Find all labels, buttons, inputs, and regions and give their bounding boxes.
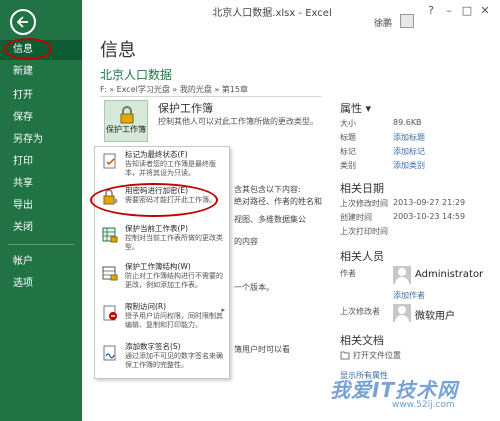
window-title: 北京人口数据.xlsx - Excel	[212, 8, 332, 19]
browser-view-text: 簿用户时可以看	[234, 345, 290, 354]
menu-item-title: 保护当前工作表(P)	[125, 224, 188, 233]
workbook-lock-icon	[102, 266, 118, 281]
watermark-logo: 我爱IT技术网	[330, 378, 459, 402]
prop-key-tags: 标记	[340, 147, 356, 156]
menu-item-title: 添加数字签名(S)	[125, 342, 181, 351]
watermark-url: www.52ij.com	[392, 400, 455, 410]
prop-key-size: 大小	[340, 119, 356, 128]
user-name[interactable]: 徐鹏	[374, 16, 392, 29]
menu-item-digital-signature[interactable]: 添加数字签名(S) 通过添加不可见的数字签名来确保工作簿的完整性。	[95, 342, 229, 378]
protect-title: 保护工作簿	[158, 102, 213, 115]
nav-item-export[interactable]: 导出	[0, 196, 82, 216]
author-key: 作者	[340, 269, 356, 278]
page-title: 信息	[100, 40, 136, 61]
date-key-modified: 上次修改时间	[340, 199, 388, 208]
nav-item-open[interactable]: 打开	[0, 86, 82, 106]
protect-workbook-label: 保护工作簿	[106, 125, 146, 134]
versions-text: 一个版本。	[234, 283, 274, 292]
people-heading: 相关人员	[340, 250, 384, 263]
signature-icon	[103, 345, 116, 361]
menu-item-desc: 通过添加不可见的数字签名来确保工作簿的完整性。	[125, 352, 223, 369]
nav-item-info[interactable]: 信息	[0, 40, 82, 60]
date-key-printed: 上次打印时间	[340, 227, 388, 236]
menu-item-desc: 授予用户访问权限，同时限制其编辑、复制和打印能力。	[125, 312, 223, 329]
nav-item-close[interactable]: 关闭	[0, 218, 82, 238]
docs-heading: 相关文档	[340, 334, 384, 347]
prop-key-title: 标题	[340, 133, 356, 142]
nav-item-save-as[interactable]: 另存为	[0, 130, 82, 150]
file-name: 北京人口数据	[100, 68, 173, 82]
document-check-icon	[103, 153, 116, 169]
prop-key-category: 类别	[340, 161, 356, 170]
menu-item-desc: 需要密码才能打开此工作簿。	[125, 196, 216, 204]
back-button[interactable]	[10, 9, 36, 35]
menu-item-title: 标记为最终状态(F)	[125, 150, 188, 159]
nav-item-account[interactable]: 帐户	[0, 252, 82, 272]
help-button[interactable]: ?	[424, 4, 438, 17]
file-path: F: » Excel学习光盘 » 我的光盘 » 第15章	[100, 85, 248, 94]
divider	[100, 96, 322, 97]
inspect-text-1: 含其包含以下内容:	[234, 185, 301, 194]
maximize-button[interactable]: □	[460, 4, 474, 17]
key-lock-icon	[103, 189, 118, 205]
menu-item-protect-sheet[interactable]: 保护当前工作表(P) 控制对当前工作表所做的更改类型。	[95, 224, 229, 260]
lock-icon	[120, 106, 134, 124]
menu-item-desc: 防止对工作簿结构进行不需要的更改，例如添加工作表。	[125, 272, 223, 289]
prop-value-size: 89.6KB	[393, 118, 422, 127]
menu-item-desc: 控制对当前工作表所做的更改类型。	[125, 234, 223, 251]
author-name[interactable]: Administrator	[415, 269, 483, 280]
nav-item-share[interactable]: 共享	[0, 174, 82, 194]
back-arrow-icon	[16, 16, 28, 28]
properties-heading[interactable]: 属性 ▾	[340, 100, 371, 116]
close-window-button[interactable]: ✕	[478, 4, 492, 17]
protect-desc: 控制其他人可以对此工作簿所做的更改类型。	[158, 117, 318, 126]
date-key-created: 创建时间	[340, 213, 372, 222]
menu-item-title: 用密码进行加密(E)	[125, 186, 189, 195]
nav-item-print[interactable]: 打印	[0, 152, 82, 172]
minimize-button[interactable]: –	[442, 4, 456, 17]
add-title-link[interactable]: 添加标题	[393, 132, 425, 143]
author-avatar-icon	[393, 266, 411, 284]
backstage-nav: 信息 新建 打开 保存 另存为 打印 共享 导出 关闭 帐户 选项	[0, 0, 82, 421]
restrict-icon	[103, 305, 117, 321]
modifier-avatar-icon	[393, 304, 411, 322]
inspect-text-4: 的内容	[234, 237, 258, 246]
user-avatar[interactable]	[400, 14, 414, 28]
modifier-key: 上次修改者	[340, 307, 380, 316]
nav-item-options[interactable]: 选项	[0, 274, 82, 294]
menu-item-desc: 告知读者您的工作簿是最终版本，并将其设为只读。	[125, 160, 216, 177]
inspect-text-2: 绝对路径、作者的姓名和	[234, 197, 322, 206]
add-author-link[interactable]: 添加作者	[393, 290, 425, 301]
modifier-name[interactable]: 微软用户	[415, 307, 455, 322]
menu-item-restrict-access[interactable]: 限制访问(R) 授予用户访问权限，同时限制其编辑、复制和打印能力。 ▸	[95, 302, 229, 340]
protect-workbook-menu: 标记为最终状态(F) 告知读者您的工作簿是最终版本，并将其设为只读。 用密码进行…	[94, 146, 230, 379]
protect-workbook-button[interactable]: 保护工作簿	[104, 100, 148, 142]
date-value-created: 2003-10-23 14:59	[393, 212, 466, 221]
inspect-text-3: 视图、多维数据集公	[234, 215, 306, 224]
date-value-modified: 2013-09-27 21:29	[393, 198, 466, 207]
dates-heading: 相关日期	[340, 182, 384, 195]
nav-item-new[interactable]: 新建	[0, 62, 82, 82]
submenu-arrow-icon: ▸	[221, 306, 225, 314]
add-category-link[interactable]: 添加类别	[393, 160, 425, 171]
folder-icon	[340, 351, 350, 360]
add-tags-link[interactable]: 添加标记	[393, 146, 425, 157]
open-file-location-link[interactable]: 打开文件位置	[353, 350, 401, 361]
sheet-lock-icon	[102, 227, 118, 243]
menu-item-title: 保护工作簿结构(W)	[125, 262, 191, 271]
menu-item-encrypt-password[interactable]: 用密码进行加密(E) 需要密码才能打开此工作簿。	[95, 186, 229, 222]
menu-item-title: 限制访问(R)	[125, 302, 167, 311]
menu-item-protect-structure[interactable]: 保护工作簿结构(W) 防止对工作簿结构进行不需要的更改，例如添加工作表。	[95, 262, 229, 300]
menu-item-mark-final[interactable]: 标记为最终状态(F) 告知读者您的工作簿是最终版本，并将其设为只读。	[95, 150, 229, 184]
nav-divider	[8, 244, 74, 245]
nav-item-save[interactable]: 保存	[0, 108, 82, 128]
